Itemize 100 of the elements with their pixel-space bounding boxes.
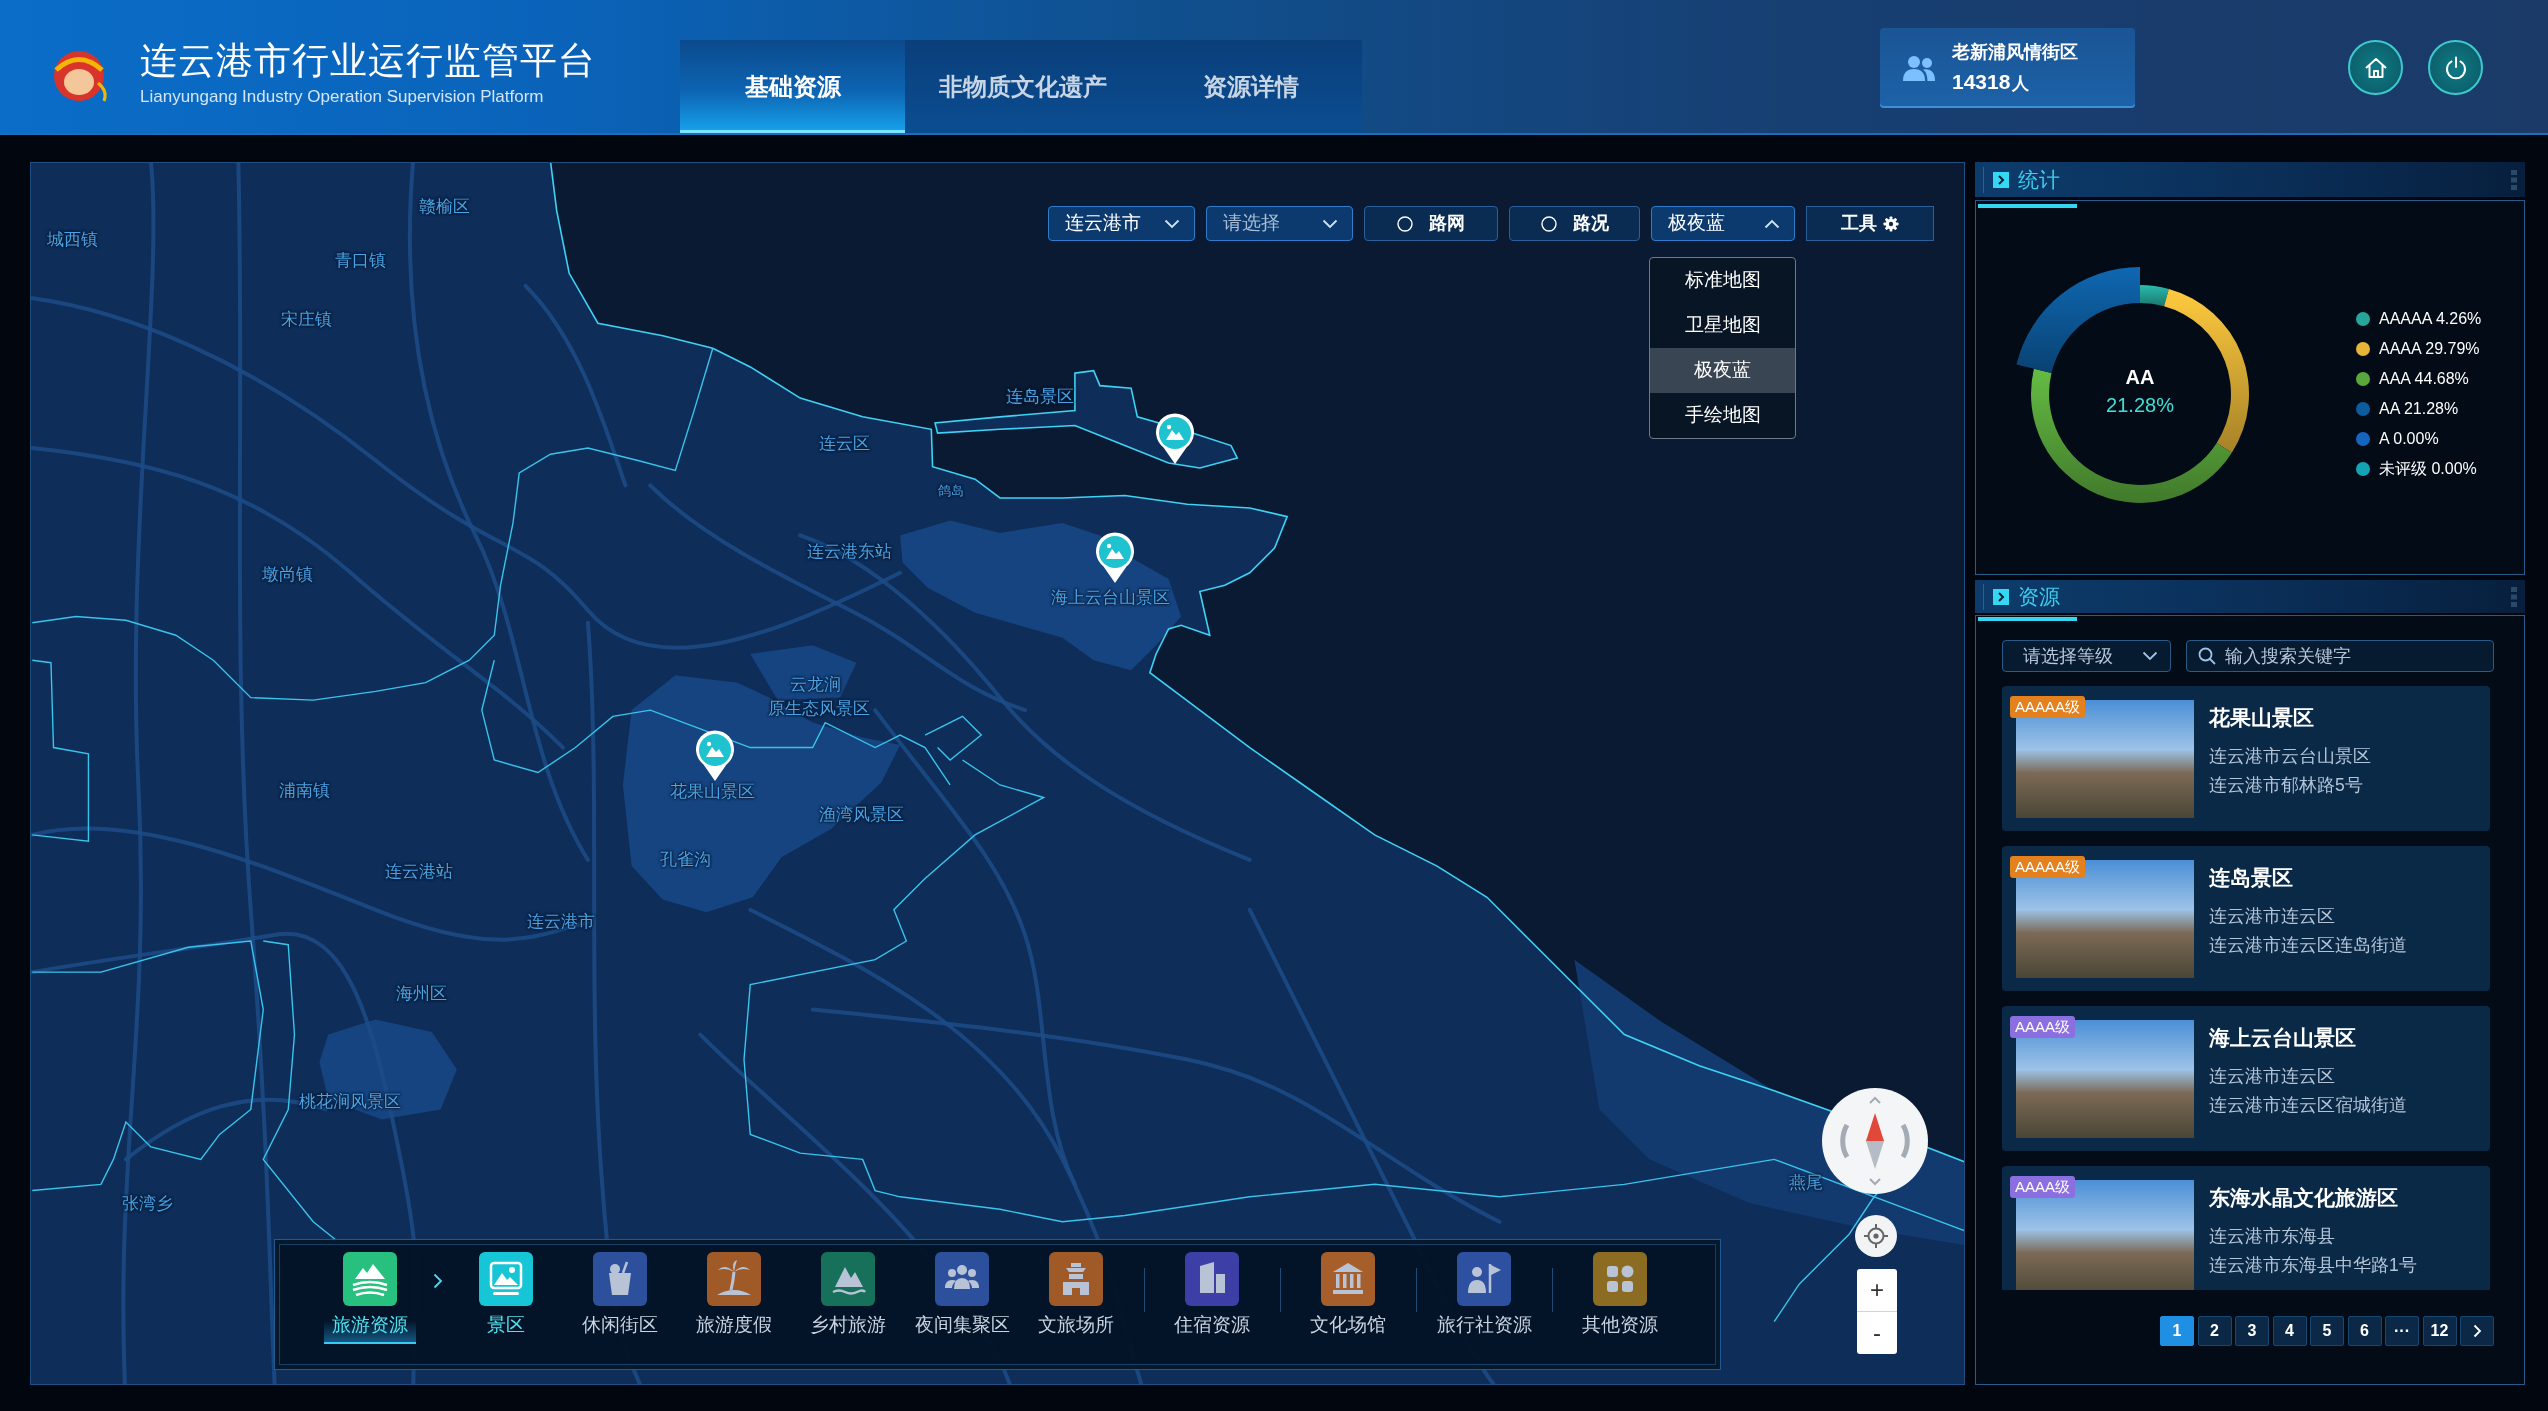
card-district: 连云港市东海县 — [2209, 1225, 2336, 1248]
page-button[interactable]: 3 — [2235, 1316, 2269, 1346]
toolbar-item[interactable]: 其他资源 — [1563, 1240, 1677, 1342]
menu-item[interactable]: 手绘地图 — [1650, 393, 1795, 438]
place-label: 鸽岛 — [938, 483, 964, 499]
card-district: 连云港市连云区 — [2209, 905, 2336, 928]
layer-toggle[interactable]: 路况 — [1509, 206, 1640, 241]
chevron-down-icon — [2142, 651, 2158, 661]
card-district: 连云港市云台山景区 — [2209, 745, 2371, 768]
legend-label: A 0.00% — [2379, 429, 2439, 449]
place-label: 青口镇 — [334, 250, 386, 272]
card-title: 连岛景区 — [2209, 865, 2294, 890]
nav-tab[interactable]: 非物质文化遗产 — [905, 40, 1140, 133]
card-address: 连云港市连云区连岛街道 — [2209, 934, 2407, 957]
menu-item[interactable]: 卫星地图 — [1650, 303, 1795, 348]
radio-circle-icon[interactable] — [1397, 215, 1413, 232]
place-label: 张湾乡 — [121, 1193, 173, 1215]
grade-badge: AAAA级 — [2010, 1176, 2076, 1198]
toolbar-item[interactable]: 夜间集聚区 — [905, 1240, 1019, 1342]
scenic-pin-icon[interactable] — [695, 730, 735, 782]
place-label: 原生态风景区 — [768, 698, 870, 720]
chart-center-label: AA — [2125, 365, 2155, 388]
card-address: 连云港市东海县中华路1号 — [2209, 1254, 2417, 1277]
card-district: 连云港市连云区 — [2209, 1065, 2336, 1088]
toolbar-item[interactable]: 景区 — [449, 1240, 563, 1342]
tools-button[interactable]: 工具 — [1806, 206, 1934, 241]
home-button[interactable] — [2348, 40, 2403, 95]
toolbar-item[interactable]: 旅行社资源 — [1427, 1240, 1541, 1342]
grade-badge: AAAAA级 — [2010, 696, 2086, 718]
basemap-select[interactable]: 极夜蓝 — [1651, 206, 1795, 241]
place-label: 宋庄镇 — [280, 309, 332, 331]
place-label: 连云区 — [818, 433, 870, 455]
legend-label: AAAAA 4.26% — [2379, 309, 2482, 329]
chevron-right-icon — [2472, 1324, 2482, 1338]
menu-item[interactable]: 极夜蓝 — [1650, 348, 1795, 393]
place-label: 城西镇 — [46, 229, 98, 251]
toolbar-item[interactable]: 乡村旅游 — [791, 1240, 905, 1342]
city-select[interactable]: 连云港市 — [1048, 206, 1195, 241]
place-label: 墩尚镇 — [261, 564, 313, 586]
compass-icon[interactable] — [1821, 1087, 1929, 1195]
layer-toggle[interactable]: 路网 — [1364, 206, 1498, 241]
place-label: 赣榆区 — [418, 196, 470, 218]
visitor-count: 14318人 — [1952, 69, 2031, 96]
crosshair-icon — [1863, 1223, 1889, 1249]
card-address: 连云港市郁林路5号 — [2209, 774, 2364, 797]
people-icon — [1902, 54, 1936, 82]
page-button[interactable]: 12 — [2422, 1316, 2457, 1346]
chevron-down-icon — [1164, 218, 1180, 229]
menu-item[interactable]: 标准地图 — [1650, 258, 1795, 303]
zoom-out-button[interactable]: - — [1857, 1312, 1897, 1354]
grip-icon[interactable] — [2511, 586, 2517, 607]
power-button[interactable] — [2428, 40, 2483, 95]
chevron-square-icon — [1993, 588, 2009, 605]
page-button[interactable]: 6 — [2347, 1316, 2382, 1346]
place-label: 孔雀沟 — [659, 849, 711, 871]
card-title: 海上云台山景区 — [2209, 1025, 2357, 1050]
scenic-pin-icon[interactable] — [1095, 532, 1135, 584]
page-button[interactable]: 4 — [2272, 1316, 2307, 1346]
resource-card[interactable]: AAAA级 海上云台山景区 连云港市连云区 连云港市连云区宿城街道 — [2002, 1006, 2490, 1151]
toolbar-item[interactable]: 旅游资源 — [313, 1240, 427, 1342]
page-button[interactable]: 2 — [2197, 1316, 2232, 1346]
resource-card[interactable]: AAAA级 东海水晶文化旅游区 连云港市东海县 连云港市东海县中华路1号 — [2002, 1166, 2490, 1290]
legend-label: AAAA 29.79% — [2379, 339, 2480, 359]
toolbar-item[interactable]: 文旅场所 — [1019, 1240, 1133, 1342]
place-label: 燕尾 — [1789, 1172, 1823, 1194]
card-title: 花果山景区 — [2209, 705, 2315, 730]
place-label: 花果山景区 — [669, 781, 755, 803]
grip-icon[interactable] — [2511, 169, 2517, 190]
app-subtitle: Lianyungang Industry Operation Supervision Platform — [140, 86, 545, 107]
app-title: 连云港市行业运行监管平台 — [140, 40, 596, 83]
card-title: 东海水晶文化旅游区 — [2209, 1185, 2399, 1210]
radio-circle-icon[interactable] — [1540, 215, 1557, 232]
grade-select[interactable]: 请选择等级 — [2002, 640, 2171, 672]
resource-card[interactable]: AAAAA级 花果山景区 连云港市云台山景区 连云港市郁林路5号 — [2002, 686, 2490, 831]
page-ellipsis[interactable]: ··· — [2385, 1316, 2419, 1346]
legend-label: 未评级 0.00% — [2379, 459, 2477, 479]
chart-slice[interactable] — [2140, 284, 2169, 306]
place-label: 连岛景区 — [1006, 386, 1074, 408]
scenic-pin-icon[interactable] — [1155, 413, 1195, 465]
chevron-square-icon — [1993, 171, 2009, 188]
page-button[interactable]: 5 — [2310, 1316, 2344, 1346]
place-label: 浦南镇 — [278, 780, 330, 802]
toolbar-item[interactable]: 住宿资源 — [1155, 1240, 1269, 1342]
search-icon — [2198, 647, 2216, 665]
place-label: 连云港市 — [527, 911, 595, 933]
place-label: 渔湾风景区 — [818, 804, 904, 826]
toolbar-item[interactable]: 休闲街区 — [563, 1240, 677, 1342]
district-select[interactable]: 请选择 — [1206, 206, 1353, 241]
toolbar-item[interactable]: 旅游度假 — [677, 1240, 791, 1342]
grade-badge: AAAAA级 — [2010, 856, 2086, 878]
chevron-right-icon — [433, 1273, 443, 1289]
toolbar-item[interactable]: 文化场馆 — [1291, 1240, 1405, 1342]
next-page-button[interactable] — [2460, 1316, 2494, 1346]
nav-tab[interactable]: 基础资源 — [680, 40, 905, 133]
grade-badge: AAAA级 — [2010, 1016, 2076, 1038]
resource-card[interactable]: AAAAA级 连岛景区 连云港市连云区 连云港市连云区连岛街道 — [2002, 846, 2490, 991]
nav-tab[interactable]: 资源详情 — [1140, 40, 1362, 133]
zoom-in-button[interactable]: + — [1857, 1269, 1897, 1311]
chevron-down-icon — [1322, 218, 1338, 229]
search-field[interactable]: 输入搜索关键字 — [2186, 640, 2494, 672]
